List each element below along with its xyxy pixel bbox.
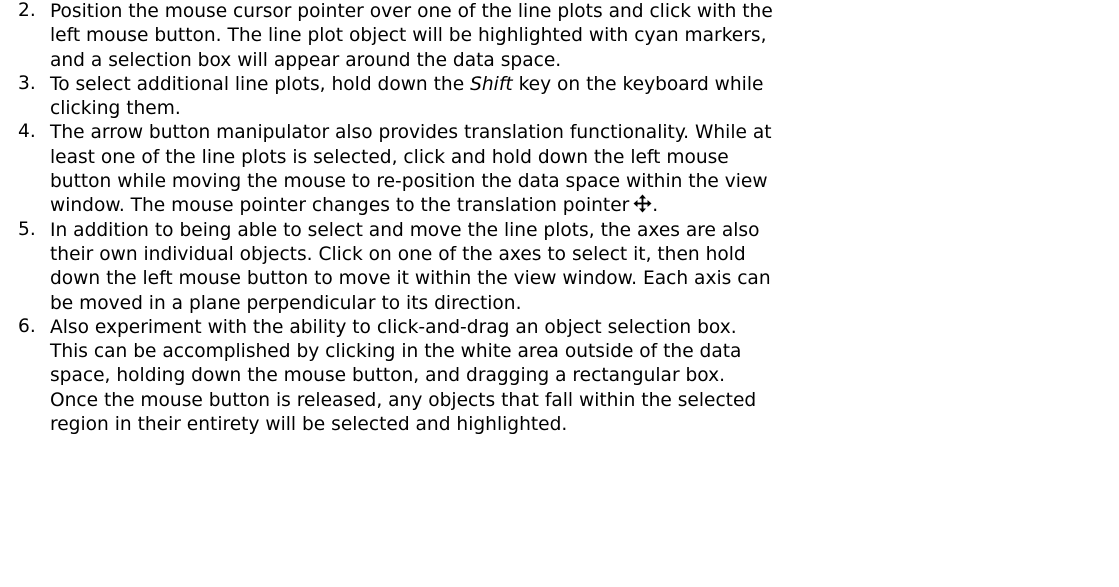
step-text: To select additional line plots, hold do… [50,73,471,95]
step-number: 5. [18,218,36,240]
step-text-line: Once the mouse button is released, any o… [50,389,757,411]
step-text-line: This can be accomplished by clicking in … [50,341,742,363]
instruction-list: 2. Position the mouse cursor pointer ove… [0,0,1119,437]
step-text-line: least one of the line plots is selected,… [50,146,729,168]
step-text: key on the keyboard while [512,73,764,95]
step-text-line: region in their entirety will be selecte… [50,414,568,436]
step-5: 5. In addition to being able to select a… [0,219,1119,316]
step-text-line: Also experiment with the ability to clic… [50,316,737,338]
step-4: 4. The arrow button manipulator also pro… [0,121,1119,218]
step-text-line: space, holding down the mouse button, an… [50,365,726,387]
step-text-line: and a selection box will appear around t… [50,49,562,71]
step-text-line: button while moving the mouse to re-posi… [50,171,768,193]
step-text: . [652,195,659,217]
step-number: 2. [18,0,36,21]
step-text-line: clicking them. [50,98,181,120]
step-text-line: To select additional line plots, hold do… [50,73,1109,97]
step-text: window. The mouse pointer changes to the… [50,195,630,217]
step-number: 6. [18,315,36,337]
shift-key-term: Shift [470,73,513,95]
step-text-line: be moved in a plane perpendicular to its… [50,292,522,314]
step-text-line: window. The mouse pointer changes to the… [50,194,1109,218]
step-3: 3. To select additional line plots, hold… [0,73,1119,122]
step-text-line: The arrow button manipulator also provid… [50,122,772,144]
step-text-line: left mouse button. The line plot object … [50,25,767,47]
step-2: 2. Position the mouse cursor pointer ove… [0,0,1119,73]
step-number: 4. [18,121,36,143]
step-text-line: their own individual objects. Click on o… [50,243,746,265]
step-6: 6. Also experiment with the ability to c… [0,316,1119,437]
step-text-line: Position the mouse cursor pointer over o… [50,1,773,22]
step-number: 3. [18,72,36,94]
step-text-line: In addition to being able to select and … [50,219,760,241]
step-text-line: down the left mouse button to move it wi… [50,268,771,290]
move-arrows-icon [633,194,652,220]
move-arrows-icon-glyph [633,194,652,213]
